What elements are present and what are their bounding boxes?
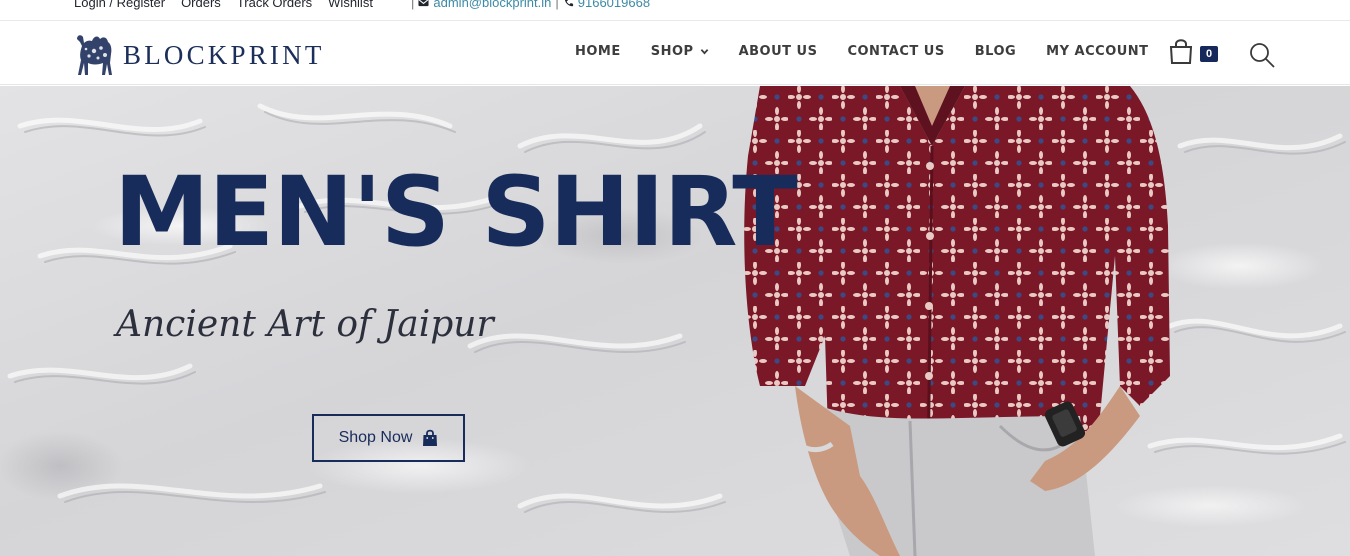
shop-now-button[interactable]: Shop Now [312,414,465,462]
shop-now-label: Shop Now [338,429,413,446]
main-nav: HOME SHOP ABOUT US CONTACT US BLOG MY AC… [575,44,1149,59]
hero-banner: MEN'S SHIRT Ancient Art of Jaipur Shop N… [0,86,1350,556]
contact-info: | admin@blockprint.in | 9166019668 [411,0,650,10]
contact-separator-2: | [555,0,559,10]
nav-my-account[interactable]: MY ACCOUNT [1046,44,1148,59]
contact-separator: | [411,0,415,10]
wishlist-link[interactable]: Wishlist [328,0,373,10]
nav-about-us[interactable]: ABOUT US [739,44,818,59]
site-logo[interactable]: BLOCKPRINT [72,29,325,77]
camel-logo-icon [77,35,112,75]
nav-blog[interactable]: BLOG [975,44,1016,59]
phone-link[interactable]: 9166019668 [578,0,650,10]
account-links: Login / Register Orders Track Orders Wis… [74,0,373,10]
hero-title: MEN'S SHIRT [114,156,798,268]
bag-icon [423,429,438,446]
nav-shop-label: SHOP [650,44,694,59]
nav-contact-us[interactable]: CONTACT US [847,44,944,59]
main-header: BLOCKPRINT HOME SHOP ABOUT US CONTACT US… [0,21,1350,85]
nav-home[interactable]: HOME [575,44,621,59]
orders-link[interactable]: Orders [181,0,221,10]
cart-count-badge: 0 [1200,46,1218,62]
chevron-down-icon [700,49,708,55]
email-link[interactable]: admin@blockprint.in [433,0,551,10]
search-icon [1250,43,1275,68]
hero-subtitle: Ancient Art of Jaipur [116,304,494,345]
track-orders-link[interactable]: Track Orders [237,0,312,10]
shopping-bag-icon [1169,39,1193,64]
top-bar: Login / Register Orders Track Orders Wis… [0,0,1350,21]
envelope-icon [418,0,429,7]
phone-icon [564,0,573,7]
search-button[interactable] [1248,41,1276,69]
cart-button[interactable]: 0 [1168,37,1222,67]
login-register-link[interactable]: Login / Register [74,0,165,10]
nav-shop[interactable]: SHOP [651,44,709,59]
logo-text: BLOCKPRINT [123,39,325,70]
